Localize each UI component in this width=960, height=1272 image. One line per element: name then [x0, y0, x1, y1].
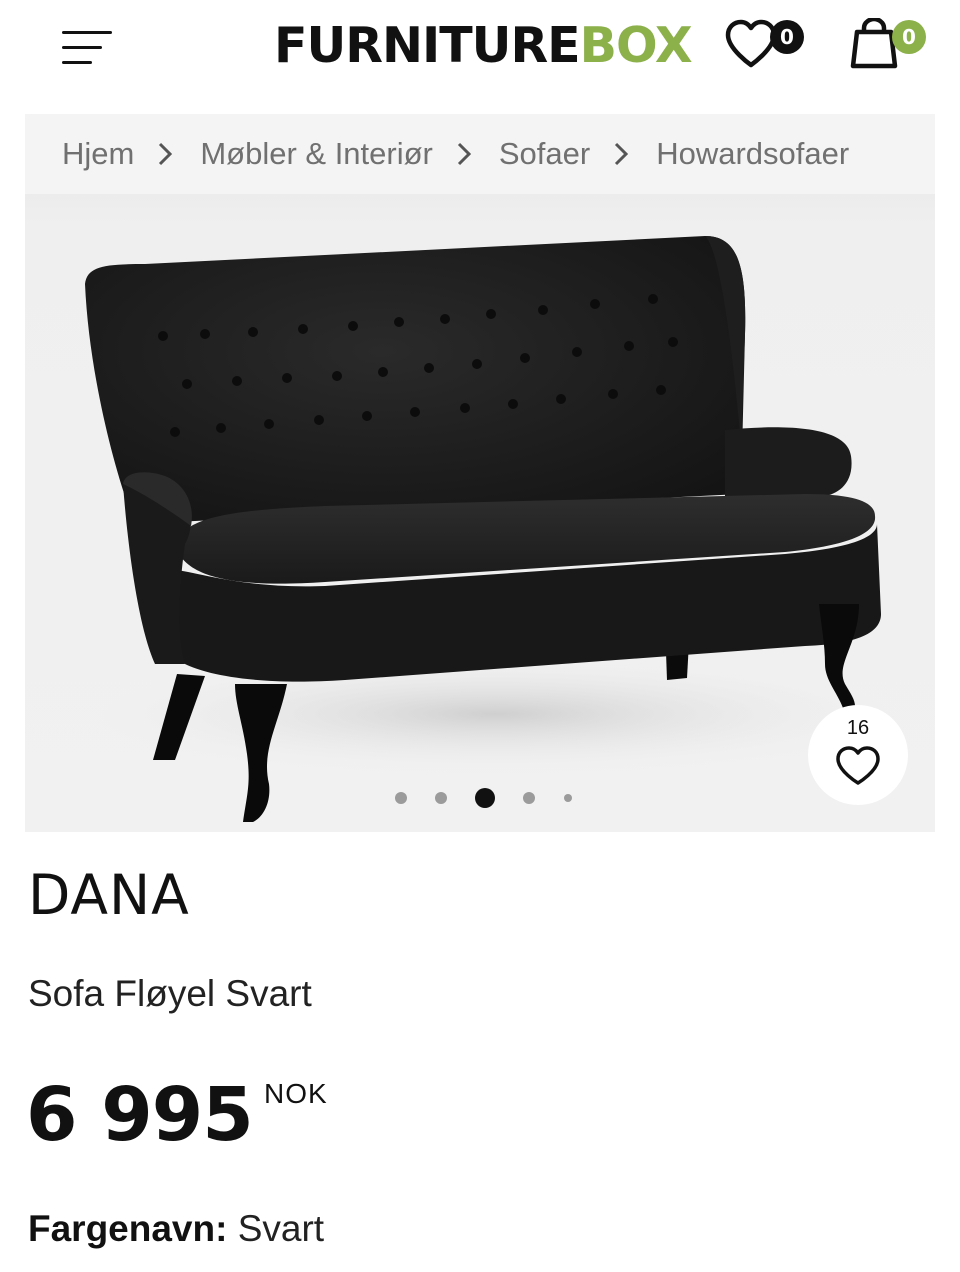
- product-subtitle: Sofa Fløyel Svart: [28, 973, 312, 1014]
- heart-icon: [725, 19, 777, 68]
- wishlist-button[interactable]: 0: [724, 14, 808, 78]
- carousel-dot-4[interactable]: [523, 792, 535, 804]
- heart-icon: [836, 746, 880, 785]
- carousel-dot-3-active[interactable]: [475, 788, 495, 808]
- cart-count-badge: 0: [892, 20, 926, 54]
- breadcrumb-item-furniture[interactable]: Møbler & Interiør: [200, 136, 433, 172]
- favorite-count: 16: [846, 717, 870, 739]
- product-price: 6 995: [26, 1072, 254, 1158]
- menu-icon[interactable]: [58, 28, 114, 68]
- favorite-button[interactable]: 16: [808, 705, 908, 805]
- header: FURNITUREBOX 0 0: [0, 0, 960, 98]
- carousel-dots: [390, 786, 580, 810]
- chevron-right-icon: [134, 139, 200, 169]
- breadcrumb-bar: Hjem Møbler & Interiør Sofaer Howardsofa…: [25, 114, 935, 194]
- cart-button[interactable]: 0: [848, 14, 932, 78]
- logo[interactable]: FURNITUREBOX: [274, 17, 693, 74]
- carousel-dot-2[interactable]: [435, 792, 447, 804]
- wishlist-count-badge: 0: [770, 20, 804, 54]
- chevron-right-icon: [433, 139, 499, 169]
- carousel-dot-1[interactable]: [395, 792, 407, 804]
- logo-text: FURNITURE: [274, 17, 581, 74]
- breadcrumb-item-home[interactable]: Hjem: [62, 136, 134, 172]
- product-image-carousel[interactable]: 16: [25, 194, 935, 832]
- logo-text-accent: BOX: [579, 17, 693, 74]
- shopping-bag-icon: [850, 18, 898, 69]
- sofa-image: [75, 236, 915, 822]
- color-name-row: Fargenavn: Svart: [28, 1204, 324, 1254]
- color-name-label: Fargenavn:: [28, 1208, 228, 1249]
- breadcrumb-item-howard-sofas[interactable]: Howardsofaer: [656, 136, 849, 172]
- product-title: DANA: [28, 863, 190, 927]
- breadcrumb-item-sofas[interactable]: Sofaer: [499, 136, 590, 172]
- carousel-dot-5[interactable]: [564, 794, 572, 802]
- breadcrumb: Hjem Møbler & Interiør Sofaer Howardsofa…: [62, 114, 849, 194]
- chevron-right-icon: [590, 139, 656, 169]
- price-currency: NOK: [264, 1078, 328, 1109]
- color-name-value: Svart: [237, 1208, 325, 1249]
